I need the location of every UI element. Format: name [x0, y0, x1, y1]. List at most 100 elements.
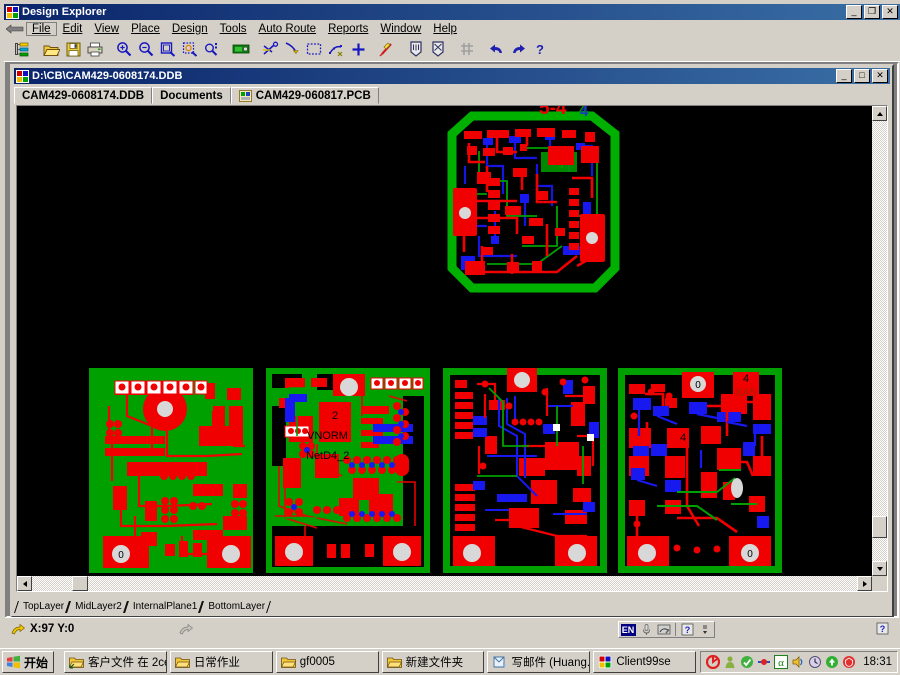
menu-item-window[interactable]: Window: [374, 22, 427, 36]
svg-text:?: ?: [880, 624, 886, 634]
vertical-scroll-thumb[interactable]: [872, 516, 887, 538]
clock-sync-icon[interactable]: [808, 655, 822, 669]
layer-tab-bottomlayer-label: BottomLayer: [208, 601, 265, 612]
messenger-icon[interactable]: [723, 655, 737, 669]
close-button[interactable]: ✕: [882, 5, 898, 19]
browse-net-icon[interactable]: [427, 39, 449, 60]
tab-pcb[interactable]: CAM429-060817.PCB: [231, 87, 379, 104]
menu-item-file[interactable]: File: [26, 22, 57, 36]
taskbar-item-3[interactable]: 新建文件夹: [382, 651, 485, 673]
minimize-glyph: _: [851, 7, 856, 16]
layer-tab-midlayer2[interactable]: MidLayer2: [68, 600, 126, 614]
toolbar-sep-7: [449, 39, 456, 60]
cut-tracks-icon[interactable]: [259, 39, 281, 60]
scroll-left-button[interactable]: [17, 576, 32, 591]
taskbar-item-5[interactable]: Client99se: [593, 651, 696, 673]
clear-selection-icon[interactable]: [347, 39, 369, 60]
menu-reports-label: Reports: [328, 23, 368, 35]
vertical-scroll-track[interactable]: [872, 121, 887, 561]
taskbar-items: 客户文件 在 2ce... 日常作业 gf000: [64, 651, 696, 673]
scroll-down-button[interactable]: [872, 561, 887, 576]
antivirus-icon[interactable]: [706, 655, 720, 669]
grid-icon[interactable]: [456, 39, 478, 60]
taskbar-item-2[interactable]: gf0005: [276, 651, 379, 673]
alpha-icon[interactable]: α: [774, 655, 788, 669]
document-restore-button[interactable]: □: [854, 69, 870, 83]
zoom-selected-icon[interactable]: [201, 39, 223, 60]
menu-item-place[interactable]: Place: [125, 22, 166, 36]
open-icon[interactable]: [40, 39, 62, 60]
ime-separator: [675, 623, 676, 636]
pcb-canvas[interactable]: 5-4 4 4: [17, 106, 872, 576]
taskbar-item-4[interactable]: 写邮件 (Huang.Y...: [487, 651, 590, 673]
layer-tab-bottomlayer[interactable]: BottomLayer: [201, 600, 269, 614]
menu-window-label: Window: [380, 23, 421, 35]
ime-help-icon[interactable]: ?: [678, 622, 696, 637]
handwriting-icon[interactable]: [655, 622, 673, 637]
document-minimize-button[interactable]: _: [836, 69, 852, 83]
update-icon[interactable]: [825, 655, 839, 669]
menu-item-help[interactable]: Help: [427, 22, 463, 36]
design-explorer-icon: [6, 6, 19, 19]
minimize-button[interactable]: _: [846, 5, 862, 19]
print-icon[interactable]: [84, 39, 106, 60]
select-area-icon[interactable]: [303, 39, 325, 60]
restore-glyph: ❐: [868, 7, 876, 16]
volume-icon[interactable]: [791, 655, 805, 669]
menu-item-reports[interactable]: Reports: [322, 22, 374, 36]
start-button[interactable]: 开始: [2, 651, 54, 673]
ime-language-button[interactable]: EN: [619, 622, 637, 637]
layer-tab-toplayer[interactable]: TopLayer: [16, 600, 68, 614]
browse-component-icon[interactable]: [405, 39, 427, 60]
ime-options-icon[interactable]: [696, 622, 714, 637]
status-help-icon[interactable]: ?: [876, 622, 889, 635]
restore-button[interactable]: ❐: [864, 5, 880, 19]
menu-item-edit[interactable]: Edit: [57, 22, 89, 36]
toolbar-sep-6: [398, 39, 405, 60]
horizontal-scroll-thumb[interactable]: [72, 576, 88, 591]
documents-panel-icon[interactable]: [11, 39, 33, 60]
zoom-in-icon[interactable]: [113, 39, 135, 60]
svg-text:?: ?: [536, 42, 544, 57]
undo-icon[interactable]: [485, 39, 507, 60]
taskbar-item-0[interactable]: 客户文件 在 2ce...: [64, 651, 167, 673]
measure-icon[interactable]: [281, 39, 303, 60]
menu-item-view[interactable]: View: [88, 22, 125, 36]
help-icon[interactable]: ?: [529, 39, 551, 60]
clock-time[interactable]: 18:31: [863, 656, 892, 668]
redo-icon[interactable]: [507, 39, 529, 60]
microphone-icon[interactable]: [637, 622, 655, 637]
taskbar-item-4-label: 写邮件 (Huang.Y...: [511, 654, 590, 670]
canvas-horizontal-scrollbar[interactable]: [17, 576, 872, 591]
toolbar-gap: [4, 39, 11, 60]
menu-drag-handle-icon[interactable]: [4, 22, 26, 36]
network-icon[interactable]: [757, 655, 771, 669]
document-close-glyph: ✕: [876, 71, 884, 80]
menu-item-design[interactable]: Design: [166, 22, 214, 36]
zoom-out-icon[interactable]: [135, 39, 157, 60]
layer-tab-internalplane1[interactable]: InternalPlane1: [126, 600, 202, 614]
pan-icon[interactable]: [230, 39, 252, 60]
arrow-right-icon: [863, 581, 867, 587]
folder-icon: [175, 655, 190, 669]
highlight-net-icon[interactable]: [376, 39, 398, 60]
toolbar-sep-4: [252, 39, 259, 60]
pcb-bl2-label-2: 2: [332, 410, 338, 422]
security-center-icon[interactable]: [842, 655, 856, 669]
scroll-right-button[interactable]: [857, 576, 872, 591]
toolbar-sep-2: [106, 39, 113, 60]
zoom-document-icon[interactable]: [157, 39, 179, 60]
document-close-button[interactable]: ✕: [872, 69, 888, 83]
menu-item-auto-route[interactable]: Auto Route: [253, 22, 323, 36]
move-selection-icon[interactable]: [325, 39, 347, 60]
canvas-vertical-scrollbar[interactable]: [872, 106, 887, 576]
tab-documents[interactable]: Documents: [152, 87, 231, 104]
horizontal-scroll-track[interactable]: [32, 576, 857, 591]
shield-check-icon[interactable]: [740, 655, 754, 669]
zoom-area-icon[interactable]: [179, 39, 201, 60]
tab-ddb[interactable]: CAM429-0608174.DDB: [14, 87, 152, 104]
save-icon[interactable]: [62, 39, 84, 60]
menu-item-tools[interactable]: Tools: [214, 22, 253, 36]
taskbar-item-1[interactable]: 日常作业: [170, 651, 273, 673]
scroll-up-button[interactable]: [872, 106, 887, 121]
